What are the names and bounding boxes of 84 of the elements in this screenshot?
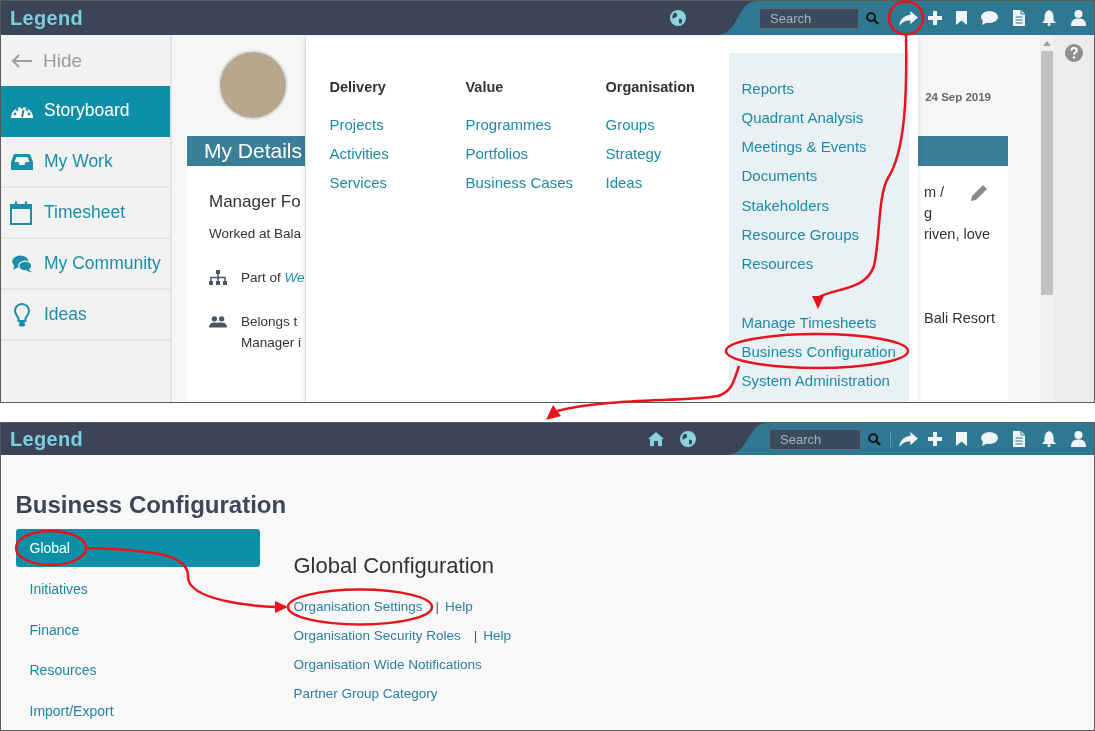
separator-text: | <box>435 599 440 614</box>
logo[interactable]: Legend <box>10 427 83 451</box>
bell-icon[interactable] <box>1042 10 1056 26</box>
search-icon[interactable] <box>868 432 881 446</box>
settings-link[interactable]: Organisation Security Roles <box>293 628 461 643</box>
date-label: 24 Sep 2019 <box>925 91 991 105</box>
menu-link[interactable]: Reports <box>741 73 795 103</box>
chat-bubble-icon[interactable] <box>981 11 998 25</box>
menu-link[interactable]: Programmes <box>465 109 552 139</box>
profile-text-fragment: m / <box>924 183 945 202</box>
menu-link[interactable]: Business Cases <box>465 168 574 198</box>
summary-text: Worked at Bala <box>209 225 302 243</box>
share-icon[interactable] <box>899 10 918 26</box>
menu-link[interactable]: Manage Timesheets <box>741 307 877 337</box>
chat-bubbles-icon <box>10 254 34 273</box>
part-of-text: Part of We <box>241 269 305 287</box>
menu-link[interactable]: Portfolios <box>465 138 529 169</box>
search-icon[interactable] <box>866 11 879 25</box>
lightbulb-icon <box>14 302 30 327</box>
hide-button[interactable]: Hide <box>1 35 170 86</box>
globe-icon[interactable] <box>680 431 696 447</box>
page-title: Business Configuration <box>15 491 288 519</box>
profile-text-fragment: riven, love <box>924 225 991 244</box>
plus-icon[interactable] <box>928 11 942 25</box>
config-nav-item[interactable]: Initiatives <box>15 569 260 610</box>
menu-link[interactable]: Strategy <box>605 138 662 169</box>
menu-link[interactable]: Quadrant Analysis <box>741 102 864 133</box>
search-field[interactable]: Search <box>759 7 859 29</box>
menu-link[interactable]: Business Configuration <box>741 336 896 367</box>
document-icon[interactable] <box>1013 431 1025 447</box>
settings-link[interactable]: Organisation Settings <box>293 599 423 614</box>
bell-icon[interactable] <box>1042 431 1056 447</box>
belongs-to-text: Belongs t Manager i <box>241 313 302 352</box>
separator-text: | <box>473 628 478 643</box>
help-link[interactable]: Help <box>483 628 512 643</box>
sidebar-item[interactable]: My Work <box>1 137 170 188</box>
menu-link[interactable]: Activities <box>329 138 389 169</box>
plus-icon[interactable] <box>928 432 942 446</box>
menu-link[interactable]: System Administration <box>741 366 890 396</box>
menu-link[interactable]: Ideas <box>605 168 643 198</box>
config-nav-item[interactable]: Resources <box>15 650 260 691</box>
sidebar-item[interactable]: Ideas <box>1 290 170 341</box>
sidebar-item[interactable]: Timesheet <box>1 188 170 239</box>
profile-text-fragment: g <box>924 204 933 223</box>
menu-link[interactable]: Groups <box>605 109 655 139</box>
settings-link[interactable]: Partner Group Category <box>293 686 438 701</box>
document-icon[interactable] <box>1013 10 1025 26</box>
menu-link[interactable]: Services <box>329 168 388 198</box>
menu-heading: Value <box>465 78 504 96</box>
bookmark-icon[interactable] <box>956 432 967 446</box>
profile-text-fragment: Bali Resort <box>924 309 995 328</box>
highlight-oval <box>887 0 925 36</box>
section-title: Global Configuration <box>293 553 496 579</box>
sidebar-item[interactable]: My Community <box>1 239 170 290</box>
search-field[interactable]: Search <box>769 428 861 450</box>
bookmark-icon[interactable] <box>956 11 967 25</box>
inbox-tray-icon <box>10 152 34 171</box>
job-title: Manager Fo <box>209 191 301 213</box>
sitemap-icon <box>209 270 227 286</box>
calendar-icon <box>10 200 32 225</box>
sidebar-item[interactable]: Storyboard <box>1 86 170 137</box>
menu-link[interactable]: Resources <box>741 249 814 279</box>
user-icon[interactable] <box>1071 10 1086 26</box>
logo[interactable]: Legend <box>10 6 83 30</box>
config-nav-item[interactable]: Global <box>15 529 260 567</box>
chat-bubble-icon[interactable] <box>981 432 998 446</box>
home-icon[interactable] <box>648 432 664 446</box>
scrollbar-thumb[interactable] <box>1041 51 1053 295</box>
user-icon[interactable] <box>1071 431 1086 447</box>
help-link[interactable]: Help <box>445 599 473 614</box>
pencil-icon[interactable] <box>970 183 989 202</box>
menu-link[interactable]: Stakeholders <box>741 190 830 220</box>
globe-icon[interactable] <box>670 10 686 26</box>
menu-link[interactable]: Resource Groups <box>741 220 860 250</box>
menu-heading: Organisation <box>605 78 695 96</box>
menu-link[interactable]: Projects <box>329 109 384 139</box>
settings-link[interactable]: Organisation Wide Notifications <box>293 657 482 672</box>
users-icon <box>209 314 227 330</box>
help-icon[interactable] <box>1065 44 1083 62</box>
arrow-left-icon <box>11 53 33 68</box>
config-nav-item[interactable]: Import/Export <box>15 690 260 730</box>
share-icon[interactable] <box>899 431 918 447</box>
config-nav-item[interactable]: Finance <box>15 609 260 650</box>
menu-heading: Delivery <box>329 78 386 96</box>
